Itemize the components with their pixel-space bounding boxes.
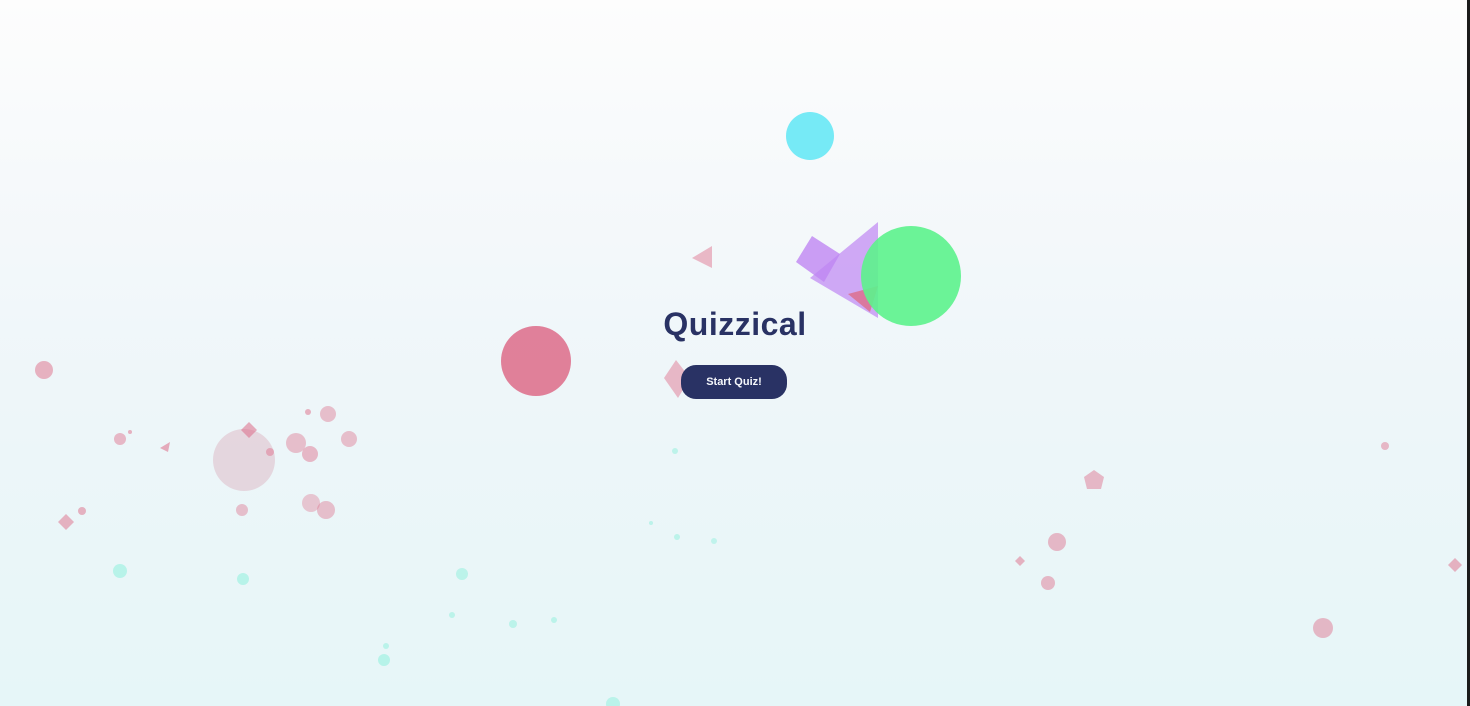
app-title: Quizzical — [663, 306, 807, 342]
start-quiz-button[interactable]: Start Quiz! — [681, 365, 787, 399]
start-screen: Quizzical Start Quiz! — [0, 0, 1470, 706]
